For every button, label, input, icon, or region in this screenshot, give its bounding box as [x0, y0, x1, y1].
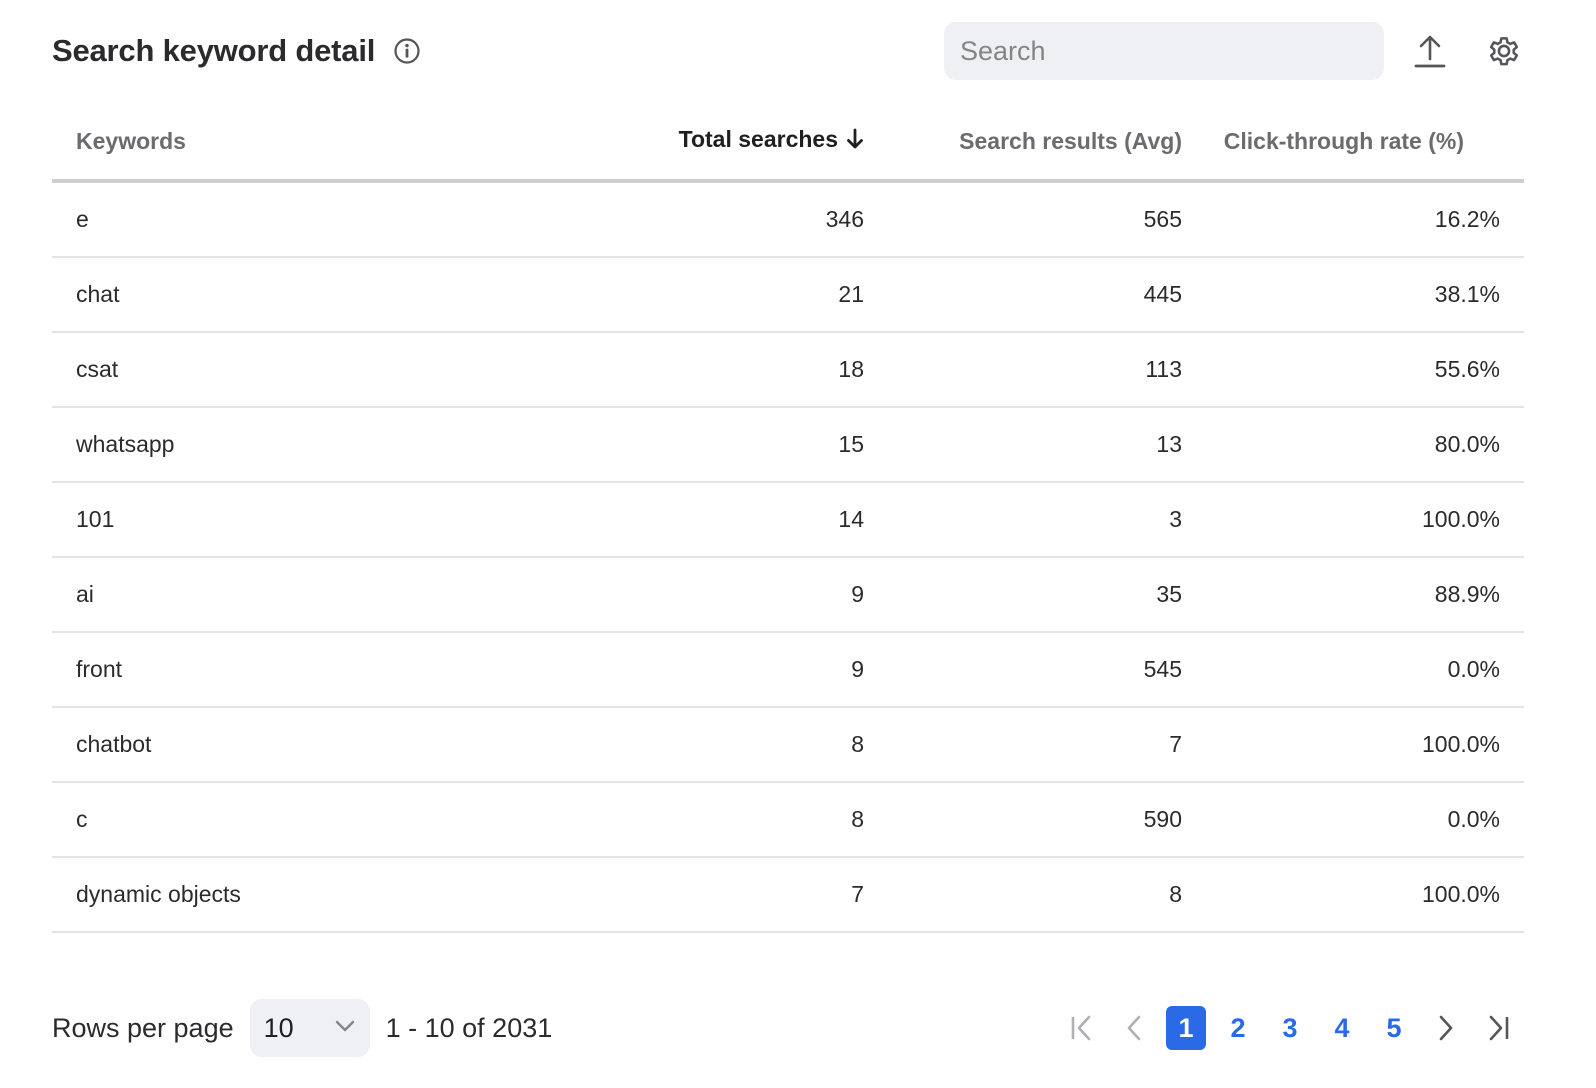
total-searches-cell: 8 — [616, 707, 864, 783]
search-results-cell: 8 — [864, 857, 1182, 933]
column-label: Search results (Avg) — [959, 127, 1182, 154]
search-results-cell: 35 — [864, 557, 1182, 633]
table-row[interactable]: e 346 565 16.2% — [52, 181, 1524, 258]
last-page-icon — [1489, 1015, 1509, 1041]
keyword-cell: csat — [52, 332, 616, 408]
search-results-cell: 13 — [864, 407, 1182, 483]
keyword-cell: ai — [52, 557, 616, 633]
ctr-cell: 55.6% — [1182, 332, 1524, 408]
chevron-left-icon — [1127, 1015, 1141, 1041]
next-page-button[interactable] — [1426, 1006, 1466, 1050]
arrow-down-icon — [846, 128, 864, 156]
page-header: Search keyword detail — [52, 22, 1524, 80]
ctr-cell: 80.0% — [1182, 407, 1524, 483]
page-numbers: 12345 — [1160, 1006, 1420, 1050]
total-searches-cell: 9 — [616, 632, 864, 708]
total-searches-cell: 8 — [616, 782, 864, 858]
table-row[interactable]: c 8 590 0.0% — [52, 782, 1524, 858]
page-button-2[interactable]: 2 — [1218, 1006, 1258, 1050]
table-row[interactable]: front 9 545 0.0% — [52, 632, 1524, 708]
keyword-cell: dynamic objects — [52, 857, 616, 933]
ctr-cell: 100.0% — [1182, 482, 1524, 558]
keyword-cell: e — [52, 181, 616, 258]
search-results-cell: 565 — [864, 181, 1182, 258]
table-row[interactable]: ai 9 35 88.9% — [52, 557, 1524, 633]
pagination-footer: Rows per page 10 1 - 10 of 2031 12345 — [52, 998, 1524, 1058]
first-page-button[interactable] — [1062, 1006, 1102, 1050]
table-row[interactable]: csat 18 113 55.6% — [52, 332, 1524, 408]
keyword-cell: chatbot — [52, 707, 616, 783]
search-results-cell: 113 — [864, 332, 1182, 408]
page-range-text: 1 - 10 of 2031 — [385, 1012, 553, 1043]
table-row[interactable]: chat 21 445 38.1% — [52, 257, 1524, 333]
table-row[interactable]: dynamic objects 7 8 100.0% — [52, 857, 1524, 933]
gear-icon — [1489, 37, 1519, 66]
column-label: Click-through rate (%) — [1223, 127, 1464, 154]
upload-icon — [1414, 35, 1446, 68]
rows-per-page-value: 10 — [263, 1012, 294, 1043]
table-header-row: Keywords Total searches Search results (… — [52, 103, 1524, 183]
search-input[interactable] — [944, 22, 1384, 80]
total-searches-cell: 7 — [616, 857, 864, 933]
ctr-cell: 0.0% — [1182, 632, 1524, 708]
column-header-ctr[interactable]: Click-through rate (%) — [1182, 103, 1524, 183]
keyword-cell: chat — [52, 257, 616, 333]
search-results-cell: 3 — [864, 482, 1182, 558]
keyword-cell: 101 — [52, 482, 616, 558]
page-button-3[interactable]: 3 — [1270, 1006, 1310, 1050]
last-page-button[interactable] — [1478, 1006, 1518, 1050]
table-row[interactable]: 101 14 3 100.0% — [52, 482, 1524, 558]
column-label: Keywords — [76, 127, 186, 154]
keyword-table: Keywords Total searches Search results (… — [52, 103, 1524, 933]
keyword-cell: whatsapp — [52, 407, 616, 483]
page-button-4[interactable]: 4 — [1322, 1006, 1362, 1050]
pager: 12345 — [1056, 1006, 1524, 1050]
search-results-cell: 590 — [864, 782, 1182, 858]
export-button[interactable] — [1410, 31, 1450, 71]
column-header-search-results[interactable]: Search results (Avg) — [864, 103, 1182, 183]
keyword-cell: front — [52, 632, 616, 708]
info-circle-icon[interactable] — [393, 37, 421, 65]
table-row[interactable]: whatsapp 15 13 80.0% — [52, 407, 1524, 483]
ctr-cell: 100.0% — [1182, 857, 1524, 933]
previous-page-button[interactable] — [1114, 1006, 1154, 1050]
chevron-right-icon — [1439, 1015, 1453, 1041]
total-searches-cell: 14 — [616, 482, 864, 558]
chevron-down-icon — [334, 1019, 356, 1038]
rows-per-page-select[interactable]: 10 — [249, 999, 370, 1057]
column-header-total-searches[interactable]: Total searches — [616, 103, 864, 183]
first-page-icon — [1071, 1015, 1091, 1041]
settings-button[interactable] — [1484, 31, 1524, 71]
keyword-cell: c — [52, 782, 616, 858]
ctr-cell: 88.9% — [1182, 557, 1524, 633]
search-results-cell: 7 — [864, 707, 1182, 783]
ctr-cell: 38.1% — [1182, 257, 1524, 333]
ctr-cell: 0.0% — [1182, 782, 1524, 858]
search-results-cell: 545 — [864, 632, 1182, 708]
table-row[interactable]: chatbot 8 7 100.0% — [52, 707, 1524, 783]
page-button-1[interactable]: 1 — [1166, 1006, 1206, 1050]
total-searches-cell: 15 — [616, 407, 864, 483]
page-title: Search keyword detail — [52, 33, 376, 68]
total-searches-cell: 9 — [616, 557, 864, 633]
total-searches-cell: 346 — [616, 181, 864, 258]
ctr-cell: 16.2% — [1182, 181, 1524, 258]
search-results-cell: 445 — [864, 257, 1182, 333]
total-searches-cell: 21 — [616, 257, 864, 333]
column-label: Total searches — [678, 126, 838, 152]
ctr-cell: 100.0% — [1182, 707, 1524, 783]
page-button-5[interactable]: 5 — [1374, 1006, 1414, 1050]
column-header-keywords[interactable]: Keywords — [52, 103, 616, 183]
rows-per-page-label: Rows per page — [52, 1012, 234, 1043]
total-searches-cell: 18 — [616, 332, 864, 408]
